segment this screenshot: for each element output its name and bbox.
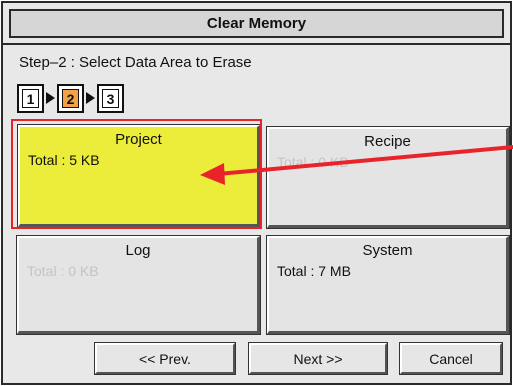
annotation-arrow-icon bbox=[200, 145, 513, 185]
